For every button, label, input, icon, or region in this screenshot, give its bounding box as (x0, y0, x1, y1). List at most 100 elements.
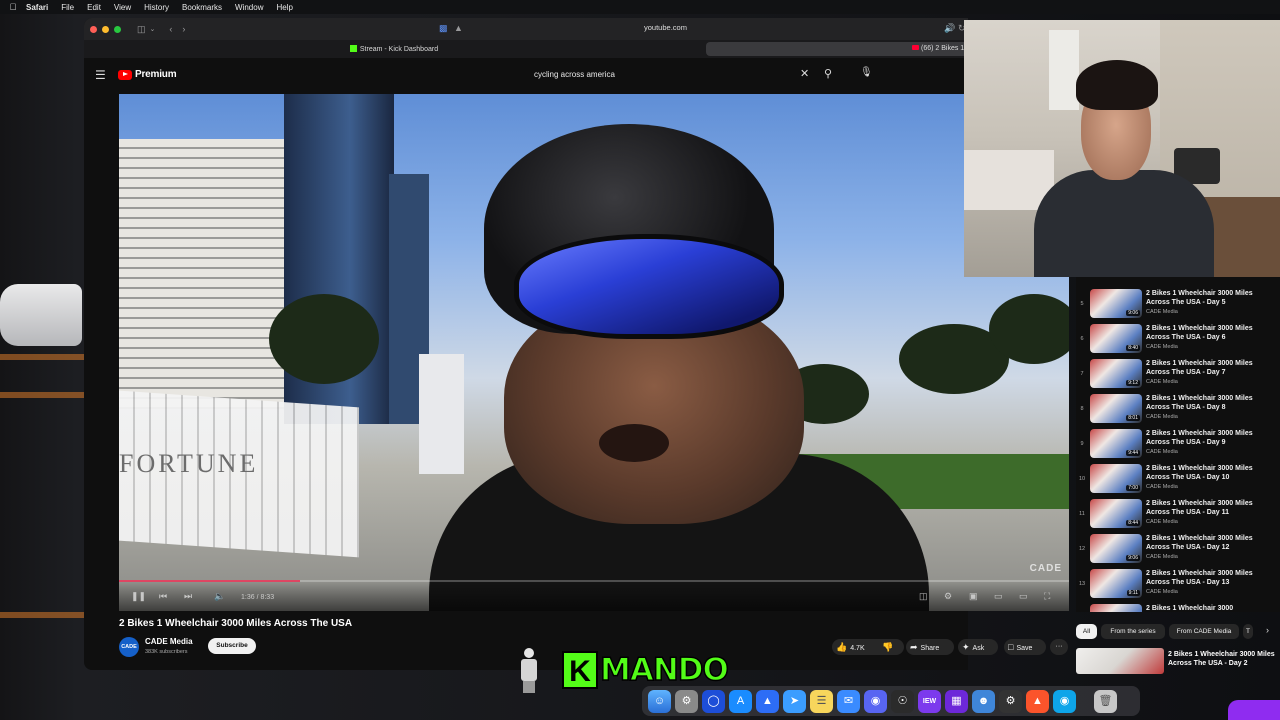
audio-icon[interactable]: 🔊 (944, 23, 955, 34)
playlist-item[interactable]: 2 Bikes 1 Wheelchair 3000 (1076, 603, 1280, 612)
captions-icon[interactable]: ◫ (919, 591, 928, 602)
theater-icon[interactable]: ▭ (994, 591, 1003, 602)
menu-window[interactable]: Window (235, 3, 263, 12)
microphone-icon[interactable]: 🎙 (860, 67, 873, 78)
playlist-title[interactable]: 2 Bikes 1 Wheelchair 3000 Miles Across T… (1146, 289, 1276, 307)
playlist-title[interactable]: 2 Bikes 1 Wheelchair 3000 Miles Across T… (1146, 499, 1276, 517)
apple-icon[interactable]:  (0, 2, 26, 12)
mail-icon[interactable]: ✉ (837, 689, 860, 713)
playlist-item[interactable]: 7 9:12 2 Bikes 1 Wheelchair 3000 Miles Acr… (1076, 358, 1280, 393)
tab-youtube[interactable]: (66) 2 Bikes 1 (706, 42, 968, 56)
playlist-thumbnail[interactable]: 9:11 (1090, 569, 1142, 598)
playlist-item[interactable]: 11 8:44 2 Bikes 1 Wheelchair 3000 Miles Ac… (1076, 498, 1280, 533)
clear-search-icon[interactable]: ✕ (800, 67, 809, 80)
share-button[interactable]: ➦ Share (906, 639, 954, 655)
playlist-item[interactable]: 6 8:40 2 Bikes 1 Wheelchair 3000 Miles Acr… (1076, 323, 1280, 358)
chevron-right-icon[interactable]: › (1266, 625, 1269, 635)
sidebar-icon[interactable]: ◫ (137, 24, 146, 35)
playlist-thumbnail[interactable]: 8:44 (1090, 499, 1142, 528)
save-button[interactable]: □ Save (1004, 639, 1046, 655)
pause-icon[interactable]: ❚❚ (131, 591, 146, 602)
playlist-title[interactable]: 2 Bikes 1 Wheelchair 3000 Miles Across T… (1146, 429, 1276, 447)
playlist-thumbnail[interactable]: 7:00 (1090, 464, 1142, 493)
discord-icon[interactable]: ◉ (864, 689, 887, 713)
recommended-title[interactable]: 2 Bikes 1 Wheelchair 3000 Miles Across T… (1168, 650, 1278, 668)
playlist-title[interactable]: 2 Bikes 1 Wheelchair 3000 Miles Across T… (1146, 324, 1276, 342)
playlist-item[interactable]: 13 9:11 2 Bikes 1 Wheelchair 3000 Miles Ac… (1076, 568, 1280, 603)
trash-icon[interactable]: 🗑 (1094, 689, 1117, 713)
cpu-icon[interactable]: ⚙ (999, 689, 1022, 713)
chip-all[interactable]: All (1076, 624, 1097, 639)
playlist-item[interactable]: 12 9:06 2 Bikes 1 Wheelchair 3000 Miles Ac… (1076, 533, 1280, 568)
menu-help[interactable]: Help (276, 3, 292, 12)
playlist-thumbnail[interactable]: 9:44 (1090, 429, 1142, 458)
playlist-title[interactable]: 2 Bikes 1 Wheelchair 3000 (1146, 604, 1276, 612)
camera-icon[interactable]: ◉ (1053, 689, 1076, 713)
playlist-thumbnail[interactable]: 8:01 (1090, 394, 1142, 423)
volume-icon[interactable]: 🔈 (214, 591, 225, 602)
playlist-thumbnail[interactable]: 8:40 (1090, 324, 1142, 353)
close-window-button[interactable] (90, 25, 97, 33)
playlist-title[interactable]: 2 Bikes 1 Wheelchair 3000 Miles Across T… (1146, 534, 1276, 552)
subscribe-button[interactable]: Subscribe (208, 638, 256, 654)
cast-icon[interactable]: ▭ (1019, 591, 1028, 602)
video-player[interactable]: FORTUNE CADE ❚❚ ⏮ ⏭ 🔈 1:36 / 8:33 ◫ ⚙ ▣ … (119, 94, 1069, 611)
address-bar[interactable]: youtube.com (644, 23, 687, 32)
chip-from-series[interactable]: From the series (1101, 624, 1165, 639)
recommended-video[interactable]: 2 Bikes 1 Wheelchair 3000 Miles Across T… (1076, 648, 1280, 674)
search-input[interactable]: cycling across america (534, 70, 615, 79)
thumbs-up-icon[interactable]: 👍 (836, 642, 847, 652)
recommended-thumbnail[interactable] (1076, 648, 1164, 674)
ask-button[interactable]: ✦ Ask (958, 639, 998, 655)
channel-name[interactable]: CADE Media (145, 637, 193, 646)
menu-edit[interactable]: Edit (87, 3, 101, 12)
youtube-logo[interactable]: Premium (118, 69, 177, 80)
arc-icon[interactable]: ▲ (756, 689, 779, 713)
playlist-item[interactable]: 10 7:00 2 Bikes 1 Wheelchair 3000 Miles Ac… (1076, 463, 1280, 498)
playlist-thumbnail[interactable]: 9:06 (1090, 289, 1142, 318)
miniplayer-icon[interactable]: ▣ (969, 591, 978, 602)
playlist-title[interactable]: 2 Bikes 1 Wheelchair 3000 Miles Across T… (1146, 569, 1276, 587)
thumbs-down-icon[interactable]: 👎 (882, 639, 893, 655)
safari-icon[interactable]: ➤ (783, 689, 806, 713)
playlist-item[interactable]: 9 9:44 2 Bikes 1 Wheelchair 3000 Miles Acr… (1076, 428, 1280, 463)
tab-kick-dashboard[interactable]: Stream - Kick Dashboard (84, 45, 704, 53)
zoom-window-button[interactable] (114, 25, 121, 33)
playlist-title[interactable]: 2 Bikes 1 Wheelchair 3000 Miles Across T… (1146, 359, 1276, 377)
obs-icon[interactable]: ☉ (891, 689, 914, 713)
minimize-window-button[interactable] (102, 25, 109, 33)
menu-file[interactable]: File (61, 3, 74, 12)
app-store-icon[interactable]: A (729, 689, 752, 713)
finder-icon[interactable]: ☺ (648, 689, 671, 713)
previous-icon[interactable]: ⏮ (159, 591, 167, 602)
grid-icon[interactable]: ▦ (945, 689, 968, 713)
chip-from-channel[interactable]: From CADE Media (1169, 624, 1239, 639)
launchpad-icon[interactable]: ⚙ (675, 689, 698, 713)
playlist-item[interactable]: 8 8:01 2 Bikes 1 Wheelchair 3000 Miles Acr… (1076, 393, 1280, 428)
brave-icon[interactable]: ▲ (1026, 689, 1049, 713)
chip-truncated[interactable]: T (1243, 624, 1253, 639)
playlist-item[interactable]: 5 9:06 2 Bikes 1 Wheelchair 3000 Miles Acr… (1076, 288, 1280, 323)
bitwarden-icon[interactable]: ◯ (702, 689, 725, 713)
menu-bookmarks[interactable]: Bookmarks (182, 3, 222, 12)
iew-icon[interactable]: IEW (918, 689, 941, 713)
playlist-thumbnail[interactable] (1090, 604, 1142, 612)
settings-icon[interactable]: ⚙ (944, 591, 952, 602)
channel-avatar[interactable]: CADE (119, 637, 139, 657)
shield-icon[interactable]: ▲ (454, 23, 463, 33)
notes-icon[interactable]: ☰ (810, 689, 833, 713)
more-actions-button[interactable]: ··· (1050, 639, 1068, 655)
finder-alt-icon[interactable]: ☻ (972, 689, 995, 713)
tab-group-icon[interactable]: ▩ (439, 23, 448, 34)
like-count[interactable]: 4.7K (850, 645, 864, 652)
chevron-down-icon[interactable]: ⌄ (150, 25, 156, 33)
forward-icon[interactable]: › (182, 24, 185, 34)
playlist-title[interactable]: 2 Bikes 1 Wheelchair 3000 Miles Across T… (1146, 394, 1276, 412)
back-icon[interactable]: ‹ (169, 24, 172, 34)
menu-icon[interactable]: ☰ (95, 68, 106, 82)
playlist-title[interactable]: 2 Bikes 1 Wheelchair 3000 Miles Across T… (1146, 464, 1276, 482)
playlist-thumbnail[interactable]: 9:06 (1090, 534, 1142, 563)
menu-safari[interactable]: Safari (26, 3, 48, 12)
menu-view[interactable]: View (114, 3, 131, 12)
fullscreen-icon[interactable]: ⛶ (1044, 591, 1050, 602)
